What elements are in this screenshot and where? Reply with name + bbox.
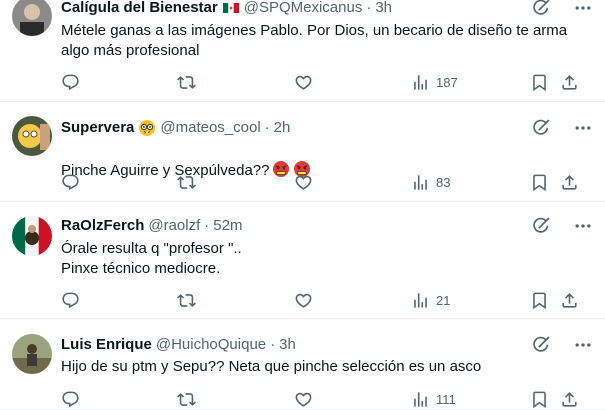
views-icon — [411, 390, 430, 409]
views-icon — [411, 291, 430, 310]
tweet-header: Calígula del Bienestar @SPQMexicanus · 3… — [61, 0, 392, 18]
reply-button[interactable] — [61, 389, 80, 409]
grok-icon[interactable] — [531, 335, 551, 355]
tweet[interactable]: Supervera @mateos_cool · 2h Pinche Aguir… — [0, 103, 605, 202]
bookmark-icon — [530, 390, 549, 409]
views-count: 111 — [436, 391, 456, 407]
more-icon[interactable] — [573, 335, 593, 355]
retweet-button[interactable] — [177, 389, 196, 409]
action-bar: 111 — [0, 389, 605, 409]
like-button[interactable] — [294, 72, 313, 92]
bookmark-button[interactable] — [530, 389, 549, 409]
share-icon — [560, 173, 579, 192]
avatar[interactable] — [12, 0, 52, 36]
avatar[interactable] — [12, 116, 52, 156]
tweet-header: Luis Enrique @HuichoQuique · 3h — [61, 335, 296, 355]
views-button[interactable]: 21 — [411, 290, 450, 310]
timestamp[interactable]: 3h — [279, 335, 296, 355]
like-icon — [294, 73, 313, 92]
like-button[interactable] — [294, 389, 313, 409]
bookmark-button[interactable] — [530, 172, 549, 192]
like-icon — [294, 291, 313, 310]
bookmark-icon — [530, 291, 549, 310]
retweet-button[interactable] — [177, 290, 196, 310]
reply-icon — [61, 73, 80, 92]
like-icon — [294, 173, 313, 192]
handle[interactable]: @HuichoQuique — [156, 335, 266, 355]
mexico-flag-icon — [222, 0, 240, 17]
views-count: 83 — [436, 174, 451, 190]
retweet-button[interactable] — [177, 172, 196, 192]
views-button[interactable]: 111 — [411, 389, 456, 409]
separator-dot: · — [366, 0, 372, 16]
tweet-text: Hijo de su ptm y Sepu?? Neta que pinche … — [61, 358, 482, 375]
retweet-icon — [177, 390, 196, 409]
share-button[interactable] — [560, 290, 579, 310]
bookmark-button[interactable] — [530, 290, 549, 310]
share-button[interactable] — [560, 72, 579, 92]
reply-button[interactable] — [61, 72, 80, 92]
timestamp[interactable]: 3h — [375, 0, 392, 18]
bookmark-icon — [530, 73, 549, 92]
grok-icon[interactable] — [531, 118, 551, 138]
avatar[interactable] — [12, 334, 52, 374]
grok-icon[interactable] — [531, 216, 551, 236]
retweet-icon — [177, 73, 196, 92]
action-bar: 187 — [0, 72, 605, 92]
views-count: 21 — [436, 292, 451, 308]
separator-dot: · — [264, 119, 270, 136]
views-button[interactable]: 83 — [411, 172, 450, 192]
display-name[interactable]: Supervera — [61, 118, 134, 138]
more-icon[interactable] — [573, 216, 593, 236]
retweet-icon — [177, 291, 196, 310]
tweet[interactable]: RaOlzFerch @raolzf · 52m Órale resulta q… — [0, 203, 605, 319]
tweet-header: Supervera @mateos_cool · 2h — [61, 118, 290, 138]
share-icon — [560, 73, 579, 92]
bookmark-button[interactable] — [530, 72, 549, 92]
action-bar: 21 — [0, 290, 605, 310]
more-icon[interactable] — [573, 0, 593, 18]
share-button[interactable] — [560, 389, 579, 409]
share-icon — [560, 390, 579, 409]
reply-button[interactable] — [61, 172, 80, 192]
handle[interactable]: @raolzf — [148, 216, 200, 236]
more-icon[interactable] — [573, 118, 593, 138]
separator-dot: · — [270, 336, 276, 353]
handle[interactable]: @SPQMexicanus — [244, 0, 363, 18]
views-icon — [411, 173, 430, 192]
timestamp[interactable]: 52m — [213, 216, 242, 236]
tweet[interactable]: Luis Enrique @HuichoQuique · 3h Hijo de … — [0, 320, 605, 410]
display-name[interactable]: Luis Enrique — [61, 335, 152, 355]
views-button[interactable]: 187 — [411, 72, 458, 92]
tweet-text: Métele ganas a las imágenes Pablo. Por D… — [61, 22, 568, 59]
views-icon — [411, 73, 430, 92]
share-button[interactable] — [560, 172, 579, 192]
tweet-header: RaOlzFerch @raolzf · 52m — [61, 216, 242, 236]
tweet-text: Órale resulta q "profesor ".. Pinxe técn… — [61, 240, 242, 277]
reply-icon — [61, 390, 80, 409]
avatar[interactable] — [12, 216, 52, 256]
action-bar: 83 — [0, 172, 605, 192]
retweet-icon — [177, 173, 196, 192]
tweet[interactable]: Calígula del Bienestar @SPQMexicanus · 3… — [0, 0, 605, 102]
nerd-face-icon — [138, 119, 156, 137]
bookmark-icon — [530, 173, 549, 192]
grok-icon[interactable] — [531, 0, 551, 18]
views-count: 187 — [436, 74, 458, 90]
display-name[interactable]: Calígula del Bienestar — [61, 0, 218, 18]
display-name[interactable]: RaOlzFerch — [61, 216, 144, 236]
like-button[interactable] — [294, 172, 313, 192]
share-icon — [560, 291, 579, 310]
retweet-button[interactable] — [177, 72, 196, 92]
separator-dot: · — [204, 217, 210, 234]
reply-icon — [61, 173, 80, 192]
reply-button[interactable] — [61, 290, 80, 310]
handle[interactable]: @mateos_cool — [160, 118, 260, 138]
reply-icon — [61, 291, 80, 310]
like-icon — [294, 390, 313, 409]
like-button[interactable] — [294, 290, 313, 310]
timestamp[interactable]: 2h — [274, 118, 291, 138]
